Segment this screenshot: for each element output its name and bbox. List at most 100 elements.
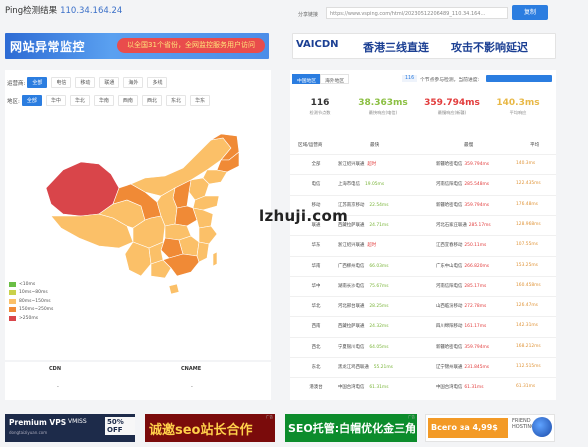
row-average: 126.47ms <box>516 303 538 309</box>
progress-bar <box>486 75 552 82</box>
table-row: 华中 湖南长沙电信 75.67ms 河南信阳电信 285.17ms 160.458ms <box>290 275 556 294</box>
stat-slowest: 359.794ms 最慢响应(新疆) <box>422 98 482 116</box>
ad-seo-partner[interactable]: 诚邀seo站长合作 广告 <box>145 414 275 442</box>
row-slowest-node: 新疆哈密电信 <box>436 344 463 350</box>
row-fastest: 广西柳州电信 66.03ms <box>338 263 389 269</box>
ad-seo-hosting[interactable]: SEO托管:白帽优化金三角 广告 <box>285 414 417 442</box>
row-fastest-ms: 55.21ms <box>373 365 393 370</box>
region-chip-north[interactable]: 华北 <box>69 95 90 106</box>
results-table-header: 区域/运营商 最快 最慢 平均 <box>290 140 556 150</box>
legend-label: <10ms <box>19 282 36 287</box>
row-slowest-node: 中国台湾电信 <box>436 385 463 391</box>
isp-chip-telecom[interactable]: 电信 <box>51 77 72 88</box>
map-region-yunnan[interactable] <box>124 241 152 277</box>
col-region: 区域/运营商 <box>298 143 323 148</box>
legend-label: >250ms <box>19 315 39 321</box>
region-chip-all[interactable]: 全部 <box>21 95 42 106</box>
legend-item: >250ms <box>9 315 53 321</box>
row-slowest-ms: 161.17ms <box>464 324 487 330</box>
map-region-taiwan[interactable] <box>212 251 218 267</box>
stat-value: 359.794ms <box>424 98 480 108</box>
region-chip-east[interactable]: 华东 <box>189 95 210 106</box>
row-region: 华南 <box>311 263 321 269</box>
row-fastest: 黑龙江鸡西联通 55.21ms <box>338 364 393 370</box>
ad4-text: Всего за 4,99$ <box>428 418 508 438</box>
legend-swatch-r80-150 <box>9 298 16 304</box>
china-latency-map[interactable] <box>41 130 241 300</box>
row-slowest-node: 新疆哈密电信 <box>436 202 463 208</box>
ad-premium-vps[interactable]: Premium VPS dongtaiziyuan.com VMISS 50% … <box>5 414 135 442</box>
banner-site-monitor[interactable]: 网站异常监控 以全国31个省份，全网监控服务用户访问 <box>5 33 269 59</box>
row-slowest: 广东中山电信 266.820ms <box>436 263 489 269</box>
row-fastest-node: 湖南长沙电信 <box>338 283 365 289</box>
row-average: 176.48ms <box>516 201 538 207</box>
row-slowest-ms: 61.31ms <box>464 385 484 391</box>
map-panel: 运营商: 全部 电信 移动 联通 海外 多线 地区: 全部 华中 华北 华南 西… <box>5 70 271 360</box>
table-row: 西北 宁夏银川电信 64.05ms 新疆哈密电信 359.794ms 168.212ms <box>290 336 556 355</box>
row-region: 港澳台 <box>309 385 323 391</box>
cname-value: - <box>191 384 193 390</box>
row-slowest-node: 山西临汾移动 <box>436 304 463 310</box>
row-slowest-ms: 359.794ms <box>464 344 490 350</box>
table-row: 西南 西藏拉萨联通 24.32ms 四川绵阳移动 161.17ms 142.31ms <box>290 316 556 334</box>
ad1-off: 50% OFF <box>105 417 135 435</box>
region-chip-south[interactable]: 华南 <box>93 95 114 106</box>
ad-friend-hosting[interactable]: Всего за 4,99$ FRIEND HOSTING <box>425 414 555 442</box>
row-slowest-node: 江西宜春移动 <box>436 243 463 249</box>
row-slowest-ms: 231.845ms <box>464 365 490 370</box>
row-fastest-node: 黑龙江鸡西联通 <box>338 365 369 370</box>
watermark-text: lzhuji.com <box>259 207 349 225</box>
row-slowest: 四川绵阳移动 161.17ms <box>436 323 486 329</box>
tab-overseas[interactable]: 海外地区 <box>320 74 350 84</box>
row-fastest-ms: 28.25ms <box>369 304 389 310</box>
region-chip-northwest[interactable]: 西北 <box>141 95 162 106</box>
col-fastest: 最快 <box>370 143 380 148</box>
row-fastest-ms: 61.31ms <box>369 385 389 391</box>
isp-chip-all[interactable]: 全部 <box>27 77 48 88</box>
banner-vaicdn[interactable]: VAICDN 香港三线直连 攻击不影响延迟 <box>292 33 556 59</box>
row-slowest: 新疆哈密电信 359.794ms <box>436 344 489 350</box>
row-slowest-ms: 359.794ms <box>464 202 490 208</box>
row-fastest-node: 广西柳州电信 <box>338 263 365 269</box>
row-average: 112.515ms <box>516 364 541 369</box>
banner-right-text2: 攻击不影响延迟 <box>451 41 528 54</box>
page-title: Ping检测结果 110.34.164.24 <box>5 4 122 16</box>
col-average: 平均 <box>530 143 540 148</box>
isp-chip-multiline[interactable]: 多线 <box>147 77 168 88</box>
map-region-zhejiang[interactable] <box>198 225 218 245</box>
row-average: 168.212ms <box>516 343 541 349</box>
cdn-value: - <box>57 384 59 390</box>
ad1-sub: dongtaiziyuan.com <box>9 430 48 435</box>
row-slowest-node: 河南信阳电信 <box>436 182 463 188</box>
share-label: 分享链接 <box>298 12 319 18</box>
isp-chip-mobile[interactable]: 移动 <box>75 77 96 88</box>
row-fastest: 西藏拉萨联通 24.32ms <box>338 323 389 329</box>
row-fastest-node: 西藏拉萨联通 <box>338 324 365 330</box>
map-region-hainan[interactable] <box>168 283 180 295</box>
isp-chip-overseas[interactable]: 海外 <box>123 77 144 88</box>
row-slowest: 江西宜春移动 250.11ms <box>436 242 486 248</box>
ad-tag: 广告 <box>407 415 415 419</box>
isp-chip-unicom[interactable]: 联通 <box>99 77 120 88</box>
region-chip-northeast[interactable]: 东北 <box>165 95 186 106</box>
isp-filter: 运营商: 全部 电信 移动 联通 海外 多线 <box>7 77 171 88</box>
row-fastest: 宁夏银川电信 64.05ms <box>338 344 389 350</box>
region-chip-southwest[interactable]: 西南 <box>117 95 138 106</box>
tab-china[interactable]: 中国地区 <box>292 74 322 84</box>
stat-value: 38.363ms <box>358 98 408 108</box>
row-average: 142.31ms <box>516 323 538 329</box>
row-fastest-ms: 66.03ms <box>369 263 389 269</box>
results-panel: 中国地区 海外地区 116 个节点参与检测，当前进度: 116 检测节点数 38… <box>290 70 556 400</box>
node-count-text: 个节点参与检测，当前进度: <box>420 78 480 83</box>
legend-item: 80ms~150ms <box>9 298 53 304</box>
map-region-fujian[interactable] <box>196 241 210 263</box>
table-row: 港澳台 中国台湾电信 61.31ms 中国台湾电信 61.31ms 61.31ms <box>290 377 556 395</box>
vaicdn-logo: VAICDN <box>296 39 339 50</box>
row-slowest-ms: 285.17ms <box>464 283 487 289</box>
share-url-input[interactable]: https://www.vsping.com/html/202305122064… <box>326 7 508 19</box>
copy-button[interactable]: 复制 <box>512 5 548 20</box>
row-slowest-node: 河南信阳电信 <box>436 283 463 289</box>
row-average: 107.55ms <box>516 242 538 248</box>
row-fastest: 浙江绍兴联通 超时 <box>338 161 378 167</box>
region-chip-central[interactable]: 华中 <box>45 95 66 106</box>
